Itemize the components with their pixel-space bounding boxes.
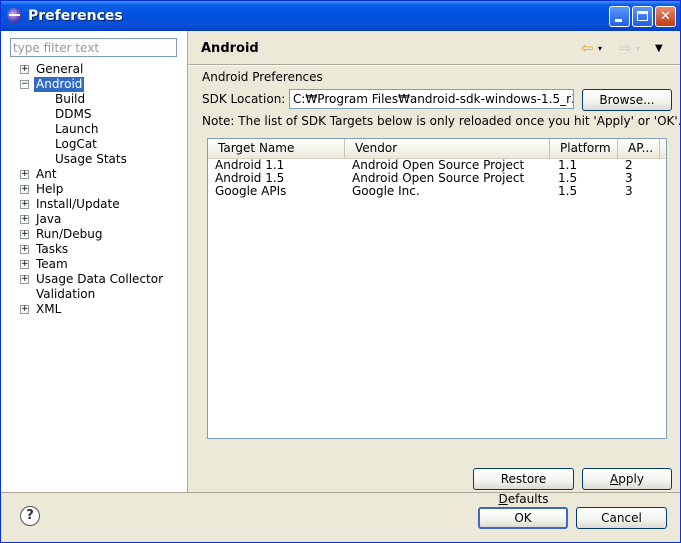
cell-vendor: Android Open Source Project (352, 172, 525, 185)
tree-item-label: Tasks (36, 242, 69, 256)
apply-button[interactable]: Apply (582, 468, 672, 490)
table-header: Target Name Vendor Platform AP... (208, 139, 666, 159)
tree-item-label: XML (36, 302, 62, 316)
forward-arrow-icon: ⇨ (619, 39, 632, 57)
expand-icon[interactable]: + (20, 275, 29, 284)
tree-item-label: Build (55, 92, 86, 106)
cell-platform: 1.1 (558, 159, 578, 172)
column-api-level[interactable]: AP... (618, 139, 660, 158)
cell-target-name: Android 1.5 (215, 172, 285, 185)
tree-item-label: Usage Stats (55, 152, 127, 166)
tree-item-label: Run/Debug (36, 227, 103, 241)
tree-item-label: Ant (36, 167, 57, 181)
footer-separator (1, 492, 680, 493)
cell-target-name: Android 1.1 (215, 159, 285, 172)
expand-icon[interactable]: + (20, 170, 29, 179)
forward-dropdown-icon: ▾ (636, 44, 641, 53)
view-menu-icon[interactable]: ▼ (655, 42, 663, 56)
android-preference-page: Android ⇦ ▾ ⇨ ▾ ▼ Android Preferences SD… (188, 31, 681, 506)
expand-icon[interactable]: + (20, 65, 29, 74)
back-arrow-icon[interactable]: ⇦ (581, 41, 594, 56)
tree-item-label: Install/Update (36, 197, 120, 211)
table-row[interactable]: Android 1.5 Android Open Source Project 1.… (208, 172, 666, 185)
tree-item-label: Launch (55, 122, 99, 136)
maximize-icon (637, 11, 648, 21)
close-icon: ✕ (660, 9, 671, 24)
cell-vendor: Google Inc. (352, 185, 420, 198)
preferences-dialog: Preferences ✕ +General−AndroidBuildDDMSL… (0, 0, 681, 543)
browse-button[interactable]: Browse... (582, 89, 672, 111)
close-button[interactable]: ✕ (655, 6, 676, 27)
cell-target-name: Google APIs (215, 185, 287, 198)
cell-api-level: 3 (625, 172, 633, 185)
page-nav: ⇦ ▾ ⇨ ▾ ▼ (581, 41, 671, 57)
expand-icon[interactable]: + (20, 260, 29, 269)
ok-button[interactable]: OK (478, 507, 568, 529)
sdk-targets-table[interactable]: Target Name Vendor Platform AP... Androi… (207, 138, 667, 439)
sdk-location-label: SDK Location: (202, 92, 286, 106)
back-dropdown-icon[interactable]: ▾ (598, 42, 602, 56)
tree-item-label: General (36, 62, 84, 76)
tree-item-label: Team (36, 257, 68, 271)
title-bar[interactable]: Preferences ✕ (1, 1, 680, 31)
tree-item-label: Validation (36, 287, 96, 301)
tree-item-label: LogCat (55, 137, 97, 151)
table-row[interactable]: Google APIs Google Inc. 1.5 3 (208, 185, 666, 198)
column-platform[interactable]: Platform (550, 139, 618, 158)
expand-icon[interactable]: + (20, 215, 29, 224)
tree-item-label: Android (34, 77, 85, 92)
tree-item-label: Java (36, 212, 62, 226)
maximize-button[interactable] (632, 6, 653, 27)
eclipse-icon (7, 8, 22, 23)
filter-input[interactable] (10, 38, 177, 57)
expand-icon[interactable]: + (20, 245, 29, 254)
column-target-name[interactable]: Target Name (208, 139, 345, 158)
sdk-location-input[interactable]: C:₩Program Files₩android-sdk-windows-1.5… (289, 89, 574, 109)
tree-item-label: Usage Data Collector (36, 272, 164, 286)
restore-label-mnemonic: D (498, 492, 508, 506)
tree-item-label: DDMS (55, 107, 92, 121)
expand-icon[interactable]: + (20, 230, 29, 239)
cell-vendor: Android Open Source Project (352, 159, 525, 172)
expand-icon[interactable]: + (20, 185, 29, 194)
section-label: Android Preferences (202, 70, 323, 84)
expand-icon[interactable]: + (20, 305, 29, 314)
window-title: Preferences (28, 8, 123, 24)
cell-api-level: 2 (625, 159, 633, 172)
cell-platform: 1.5 (558, 172, 578, 185)
cell-api-level: 3 (625, 185, 633, 198)
minimize-button[interactable] (609, 6, 630, 27)
restore-label-suffix: efaults (507, 492, 549, 506)
page-title: Android (201, 41, 259, 56)
preferences-tree-panel: +General−AndroidBuildDDMSLaunchLogCatUsa… (1, 31, 188, 492)
apply-label-suffix: pply (618, 472, 644, 486)
minimize-icon (615, 19, 622, 22)
restore-label-prefix: Restore (500, 472, 547, 486)
cell-platform: 1.5 (558, 185, 578, 198)
column-vendor[interactable]: Vendor (345, 139, 550, 158)
expand-icon[interactable]: + (20, 200, 29, 209)
cancel-button[interactable]: Cancel (576, 507, 667, 529)
table-row[interactable]: Android 1.1 Android Open Source Project 1.… (208, 159, 666, 172)
sdk-note: Note: The list of SDK Targets below is o… (202, 114, 681, 128)
help-icon[interactable]: ? (20, 506, 40, 526)
restore-defaults-button[interactable]: Restore Defaults (473, 468, 574, 506)
collapse-icon[interactable]: − (20, 80, 29, 89)
header-separator (188, 64, 680, 66)
tree-item-label: Help (36, 182, 64, 196)
